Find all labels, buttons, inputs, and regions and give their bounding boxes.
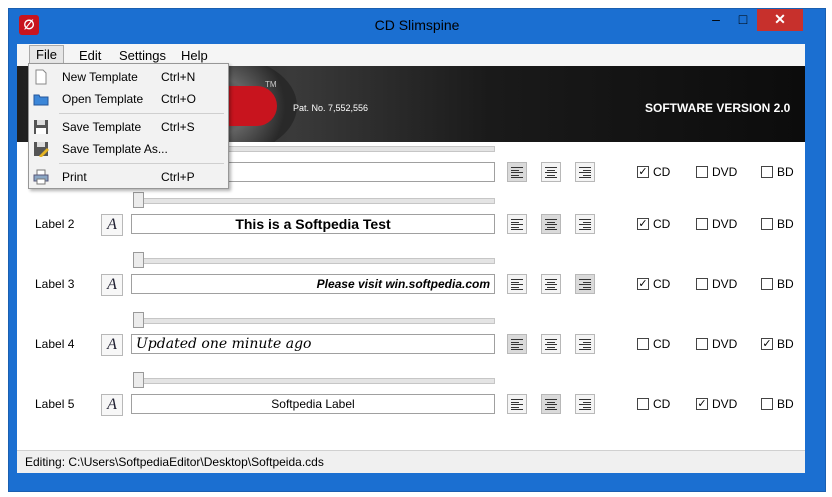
cd-checkbox[interactable]: ✓ [637,166,649,178]
slider-track[interactable] [133,378,495,384]
label-text-input[interactable]: Updated one minute ago [131,334,495,354]
dvd-label: DVD [712,277,738,291]
title-bar: ∅ CD Slimspine – □ ✕ [9,9,825,40]
align-left-button[interactable] [507,334,527,354]
menu-item-shortcut: Ctrl+S [161,120,195,134]
save-disk-icon [34,120,48,134]
align-center-button[interactable] [541,334,561,354]
cd-label: CD [653,217,671,231]
menu-item-open-template[interactable]: Open Template Ctrl+O [29,88,228,110]
dvd-label: DVD [712,397,738,411]
bd-label: BD [777,337,794,351]
maximize-button[interactable]: □ [730,9,756,31]
dvd-checkbox[interactable]: ✓ [696,398,708,410]
menu-item-print[interactable]: Print Ctrl+P [29,166,228,188]
slider-thumb[interactable] [133,252,144,268]
label-text-input[interactable]: Softpedia Label [131,394,495,414]
row-label: Label 5 [35,397,75,411]
font-button[interactable]: A [101,394,123,416]
bd-label: BD [777,217,794,231]
font-button[interactable]: A [101,334,123,356]
bd-label: BD [777,397,794,411]
dvd-label: DVD [712,217,738,231]
menu-file[interactable]: File [29,45,64,65]
align-right-button[interactable] [575,274,595,294]
status-bar: Editing: C:\Users\SoftpediaEditor\Deskto… [17,450,805,473]
trademark-mark: TM [265,80,277,89]
cd-label: CD [653,165,671,179]
open-folder-icon [33,94,49,106]
label-text-input[interactable]: This is a Softpedia Test [131,214,495,234]
slider-track[interactable] [133,258,495,264]
file-menu-dropdown: New Template Ctrl+N Open Template Ctrl+O… [28,63,229,189]
align-left-button[interactable] [507,214,527,234]
bd-checkbox[interactable] [761,278,773,290]
dvd-checkbox[interactable] [696,166,708,178]
bd-label: BD [777,277,794,291]
align-right-button[interactable] [575,214,595,234]
cd-label: CD [653,337,671,351]
new-document-icon [35,69,47,85]
menu-item-shortcut: Ctrl+P [161,170,195,184]
align-left-button[interactable] [507,274,527,294]
slider-thumb[interactable] [133,192,144,208]
align-center-button[interactable] [541,394,561,414]
menu-separator [59,113,224,114]
bd-checkbox[interactable]: ✓ [761,338,773,350]
close-button[interactable]: ✕ [757,9,803,31]
bd-checkbox[interactable] [761,166,773,178]
dvd-checkbox[interactable] [696,218,708,230]
bd-checkbox[interactable] [761,218,773,230]
dvd-checkbox[interactable] [696,278,708,290]
menu-item-label: Save Template [62,120,142,134]
font-button[interactable]: A [101,214,123,236]
align-center-button[interactable] [541,274,561,294]
row-label: Label 4 [35,337,75,351]
software-version: SOFTWARE VERSION 2.0 [645,101,791,115]
status-text: Editing: C:\Users\SoftpediaEditor\Deskto… [25,455,324,469]
slider-thumb[interactable] [133,312,144,328]
align-left-button[interactable] [507,394,527,414]
printer-icon [33,169,49,185]
row-label: Label 3 [35,277,75,291]
menu-separator [59,163,224,164]
dvd-checkbox[interactable] [696,338,708,350]
align-right-button[interactable] [575,162,595,182]
font-button[interactable]: A [101,274,123,296]
row-label: Label 2 [35,217,75,231]
align-right-button[interactable] [575,334,595,354]
patent-number: Pat. No. 7,552,556 [293,103,369,113]
cd-checkbox[interactable]: ✓ [637,218,649,230]
align-center-button[interactable] [541,162,561,182]
align-right-button[interactable] [575,394,595,414]
dvd-label: DVD [712,337,738,351]
align-center-button[interactable] [541,214,561,234]
menu-item-save-template[interactable]: Save Template Ctrl+S [29,116,228,138]
cd-label: CD [653,277,671,291]
cd-checkbox[interactable] [637,338,649,350]
slider-track[interactable] [133,318,495,324]
menu-item-label: Save Template As... [62,142,168,156]
align-left-button[interactable] [507,162,527,182]
menu-item-label: New Template [62,70,138,84]
bd-checkbox[interactable] [761,398,773,410]
menu-item-shortcut: Ctrl+N [161,70,196,84]
label-text-input[interactable]: Please visit win.softpedia.com [131,274,495,294]
minimize-button[interactable]: – [703,9,729,31]
save-as-icon [34,142,49,157]
menu-item-label: Open Template [62,92,144,106]
menu-item-new-template[interactable]: New Template Ctrl+N [29,66,228,88]
slider-track[interactable] [133,198,495,204]
cd-checkbox[interactable]: ✓ [637,278,649,290]
cd-checkbox[interactable] [637,398,649,410]
slider-thumb[interactable] [133,372,144,388]
cd-label: CD [653,397,671,411]
dvd-label: DVD [712,165,738,179]
bd-label: BD [777,165,794,179]
menu-item-shortcut: Ctrl+O [161,92,197,106]
menu-item-save-template-as[interactable]: Save Template As... [29,138,228,160]
menu-item-label: Print [62,170,87,184]
